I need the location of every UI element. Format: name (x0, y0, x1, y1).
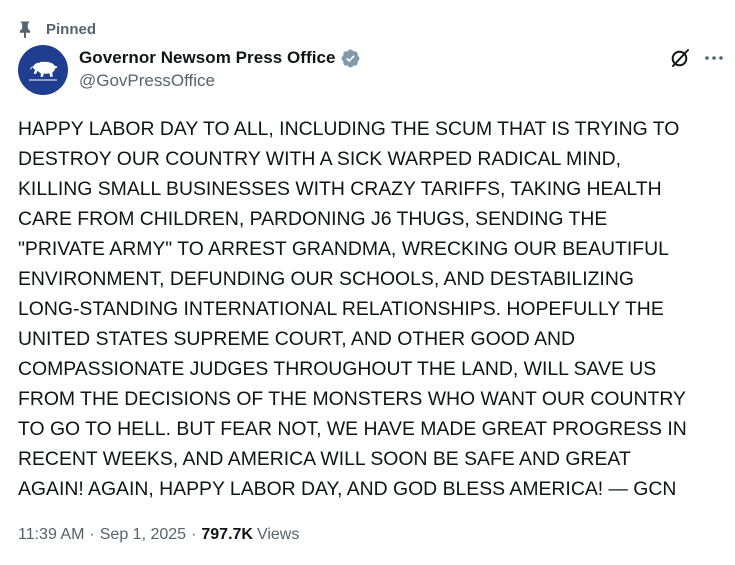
avatar[interactable] (18, 45, 68, 95)
tweet-line: FROM THE DECISIONS OF THE MONSTERS WHO W… (18, 388, 686, 410)
tweet-text: HAPPY LABOR DAY TO ALL, INCLUDING THE SC… (18, 114, 728, 504)
pin-icon (19, 21, 31, 38)
meta-separator: · (89, 526, 95, 543)
pinned-label: Pinned (46, 20, 97, 38)
tweet-line: ENVIRONMENT, DEFUNDING OUR SCHOOLS, AND … (18, 268, 634, 290)
tweet-line: RECENT WEEKS, AND AMERICA WILL SOON BE S… (18, 448, 631, 470)
views-label: Views (256, 526, 300, 543)
tweet-line: COMPASSIONATE JUDGES THROUGHOUT THE LAND… (18, 358, 657, 380)
tweet-time[interactable]: 11:39 AM (18, 526, 84, 544)
tweet-line: KILLING SMALL BUSINESSES WITH CRAZY TARI… (18, 178, 662, 200)
tweet-line: DESTROY OUR COUNTRY WITH A SICK WARPED R… (18, 148, 621, 170)
tweet-line: CARE FROM CHILDREN, PARDONING J6 THUGS, … (18, 208, 608, 230)
california-bear-icon (29, 61, 58, 81)
author-name-row[interactable]: Governor Newsom Press Office (79, 46, 361, 70)
tweet-line: AGAIN! AGAIN, HAPPY LABOR DAY, AND GOD B… (18, 478, 677, 500)
author-display-name[interactable]: Governor Newsom Press Office (79, 48, 336, 68)
pinned-indicator: Pinned (19, 19, 97, 39)
tweet-meta: 11:39 AM · Sep 1, 2025 · 797.7K Views (18, 526, 299, 544)
tweet-line: LONG-STANDING INTERNATIONAL RELATIONSHIP… (18, 298, 664, 320)
tweet-line: TO GO TO HELL. BUT FEAR NOT, WE HAVE MAD… (18, 418, 687, 440)
views-count[interactable]: 797.7K (201, 526, 253, 544)
grok-icon[interactable] (669, 47, 691, 69)
author-handle[interactable]: @GovPressOffice (79, 71, 215, 91)
tweet-line: UNITED STATES SUPREME COURT, AND OTHER G… (18, 328, 576, 350)
meta-separator: · (191, 526, 197, 543)
more-icon[interactable] (704, 48, 724, 68)
tweet-line: "PRIVATE ARMY" TO ARREST GRANDMA, WRECKI… (18, 238, 669, 260)
tweet-date[interactable]: Sep 1, 2025 (100, 526, 186, 544)
verified-badge-icon (341, 49, 359, 67)
tweet-line: HAPPY LABOR DAY TO ALL, INCLUDING THE SC… (18, 118, 680, 140)
